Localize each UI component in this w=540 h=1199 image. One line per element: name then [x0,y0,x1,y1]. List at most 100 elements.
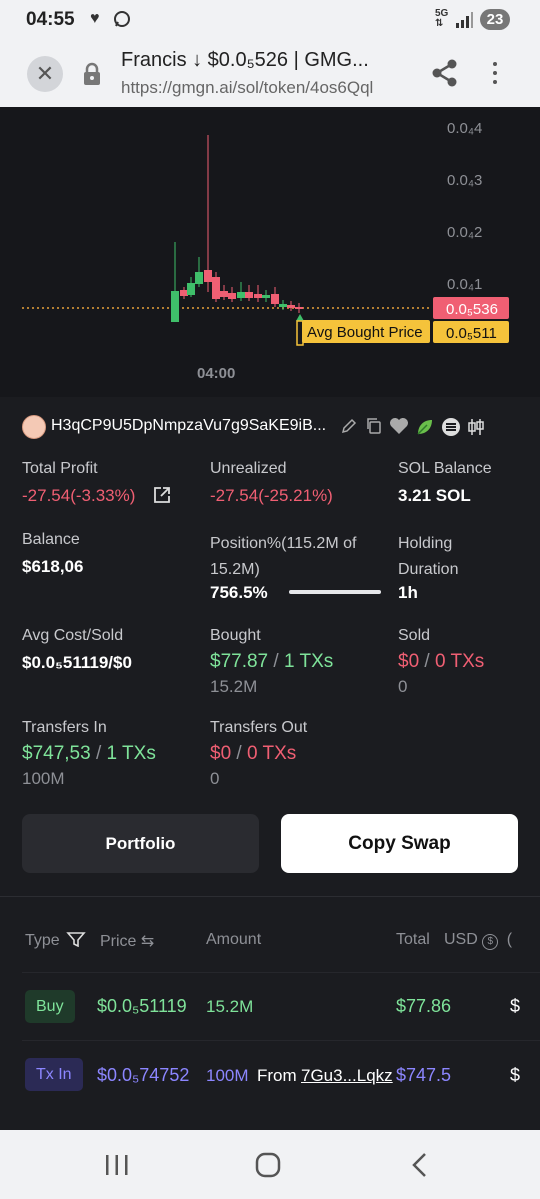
avg-cost-value: $0.0₅51119/$0 [22,653,132,672]
row-amount: 100M [206,1066,249,1085]
candlestick-icon[interactable] [466,417,486,442]
price-axis-label: 0.0₄2 [447,224,482,241]
network-icon: 5G ⇅ [435,8,449,29]
candlestick-chart[interactable]: 0.0₄4 0.0₄3 0.0₄2 0.0₄1 0.0₅536 Avg Boug… [0,107,540,397]
page-url[interactable]: https://gmgn.ai/sol/token/4os6Qql [121,78,411,98]
col-header-usd-label: USD [444,931,478,948]
sold-row: $0 / 0 TXs [398,651,484,673]
position-label: Position%(115.2M of 15.2M) [210,535,357,578]
row-total: $747.5 [396,1065,452,1085]
transfers-in-txs: 1 TXs [106,743,156,764]
bought-usd: $77.87 [210,651,269,672]
more-menu-icon[interactable] [485,58,505,90]
home-icon[interactable] [255,1152,281,1183]
separator: / [236,743,242,764]
wallet-row: H3qCP9U5DpNmpzaVu7g9SaKE9iB... [22,414,522,440]
divider [0,896,540,897]
position-value: 756.5% [210,583,268,602]
transfers-in-label: Transfers In [22,719,107,736]
bought-amount: 15.2M [210,677,258,696]
row-price: $0.0₅74752 [97,1065,190,1085]
avg-price-tag: 0.0₅511 [446,325,497,342]
price-axis-label: 0.0₄4 [447,120,482,137]
col-header-price[interactable]: Price ⇆ [100,931,154,951]
col-header-overflow: ( [506,931,513,948]
balance-label: Balance [22,531,80,548]
sold-txs: 0 TXs [434,651,485,672]
transfers-out-txs: 0 TXs [246,743,297,764]
time-axis-label: 04:00 [197,365,235,382]
col-header-type-label: Type [25,932,60,949]
solana-icon [441,417,461,442]
unrealized-value: -27.54(-25.21%) [210,486,333,505]
signal-icon [455,12,473,33]
back-icon[interactable] [408,1152,430,1183]
avg-cost-label: Avg Cost/Sold [22,627,124,644]
row-from-address[interactable]: 7Gu3...Lqkz [301,1066,393,1086]
close-tab-button[interactable]: ✕ [27,56,63,92]
candles [171,135,303,322]
position-progress-fill [289,590,381,594]
external-link-icon[interactable] [152,485,172,510]
current-price-tag: 0.0₅536 [446,301,498,318]
portfolio-button[interactable]: Portfolio [22,814,259,873]
divider [22,1040,540,1041]
divider [22,972,540,973]
heart-icon: ♥ [90,10,100,27]
row-from-label: From [257,1066,297,1085]
transfers-in-row: $747,53 / 1 TXs [22,743,156,765]
sol-balance-value: 3.21 SOL [398,486,471,505]
row-amount: 15.2M [206,997,254,1016]
transfers-out-label: Transfers Out [210,719,308,736]
row-price: $0.0₅51119 [97,996,187,1016]
transfers-out-row: $0 / 0 TXs [210,743,296,765]
price-chart[interactable]: 0.0₄4 0.0₄3 0.0₄2 0.0₄1 0.0₅536 Avg Boug… [0,107,540,397]
currency-toggle-icon[interactable]: $ [482,934,499,950]
separator: / [424,651,430,672]
holding-duration-value: 1h [398,583,418,602]
copy-swap-button[interactable]: Copy Swap [281,814,518,873]
network-type: 5G [435,8,449,19]
col-header-amount[interactable]: Amount [206,931,261,949]
total-profit-label: Total Profit [22,460,98,477]
sold-label: Sold [398,627,431,644]
transfers-out-amount: 0 [210,769,220,788]
copy-icon[interactable] [365,417,383,440]
bought-row: $77.87 / 1 TXs [210,651,333,673]
swap-arrows-icon[interactable]: ⇆ [141,933,154,950]
price-axis-label: 0.0₄1 [447,276,482,293]
row-total: $77.86 [396,996,452,1016]
whatsapp-icon [113,10,131,33]
col-header-type[interactable]: Type [25,931,86,950]
sold-amount: 0 [398,677,408,696]
separator: / [273,651,279,672]
type-badge: Tx In [25,1058,83,1091]
battery-icon: 23 [480,9,510,30]
battery-level: 23 [486,11,504,28]
unrealized-label: Unrealized [210,460,287,477]
sol-balance-label: SOL Balance [398,460,492,477]
type-badge: Buy [25,990,75,1023]
position-progress-bar [289,590,381,594]
share-icon[interactable] [430,58,460,93]
holding-duration-label: Holding Duration [398,535,459,578]
total-profit-value: -27.54(-3.33%) [22,486,136,505]
avg-bought-label: Avg Bought Price [307,324,423,341]
filter-icon[interactable] [66,931,86,948]
avatar [22,415,46,439]
transfers-in-usd: $747,53 [22,743,91,764]
balance-value: $618,06 [22,557,84,576]
page-title[interactable]: Francis ↓ $0.0₅526 | GMG... [121,49,411,72]
edit-icon[interactable] [340,417,358,440]
recent-apps-icon[interactable] [104,1154,130,1181]
separator: / [95,743,102,764]
browser-bar: ✕ Francis ↓ $0.0₅526 | GMG... https://gm… [0,40,540,107]
heart-icon[interactable] [389,417,409,440]
system-nav-bar [0,1130,540,1199]
col-header-usd[interactable]: USD $ ( [444,931,512,950]
wallet-address[interactable]: H3qCP9U5DpNmpzaVu7g9SaKE9iB... [51,417,343,435]
col-header-total[interactable]: Total [396,931,430,949]
sold-usd: $0 [398,651,420,672]
leaf-icon [415,417,435,442]
bought-txs: 1 TXs [283,651,334,672]
